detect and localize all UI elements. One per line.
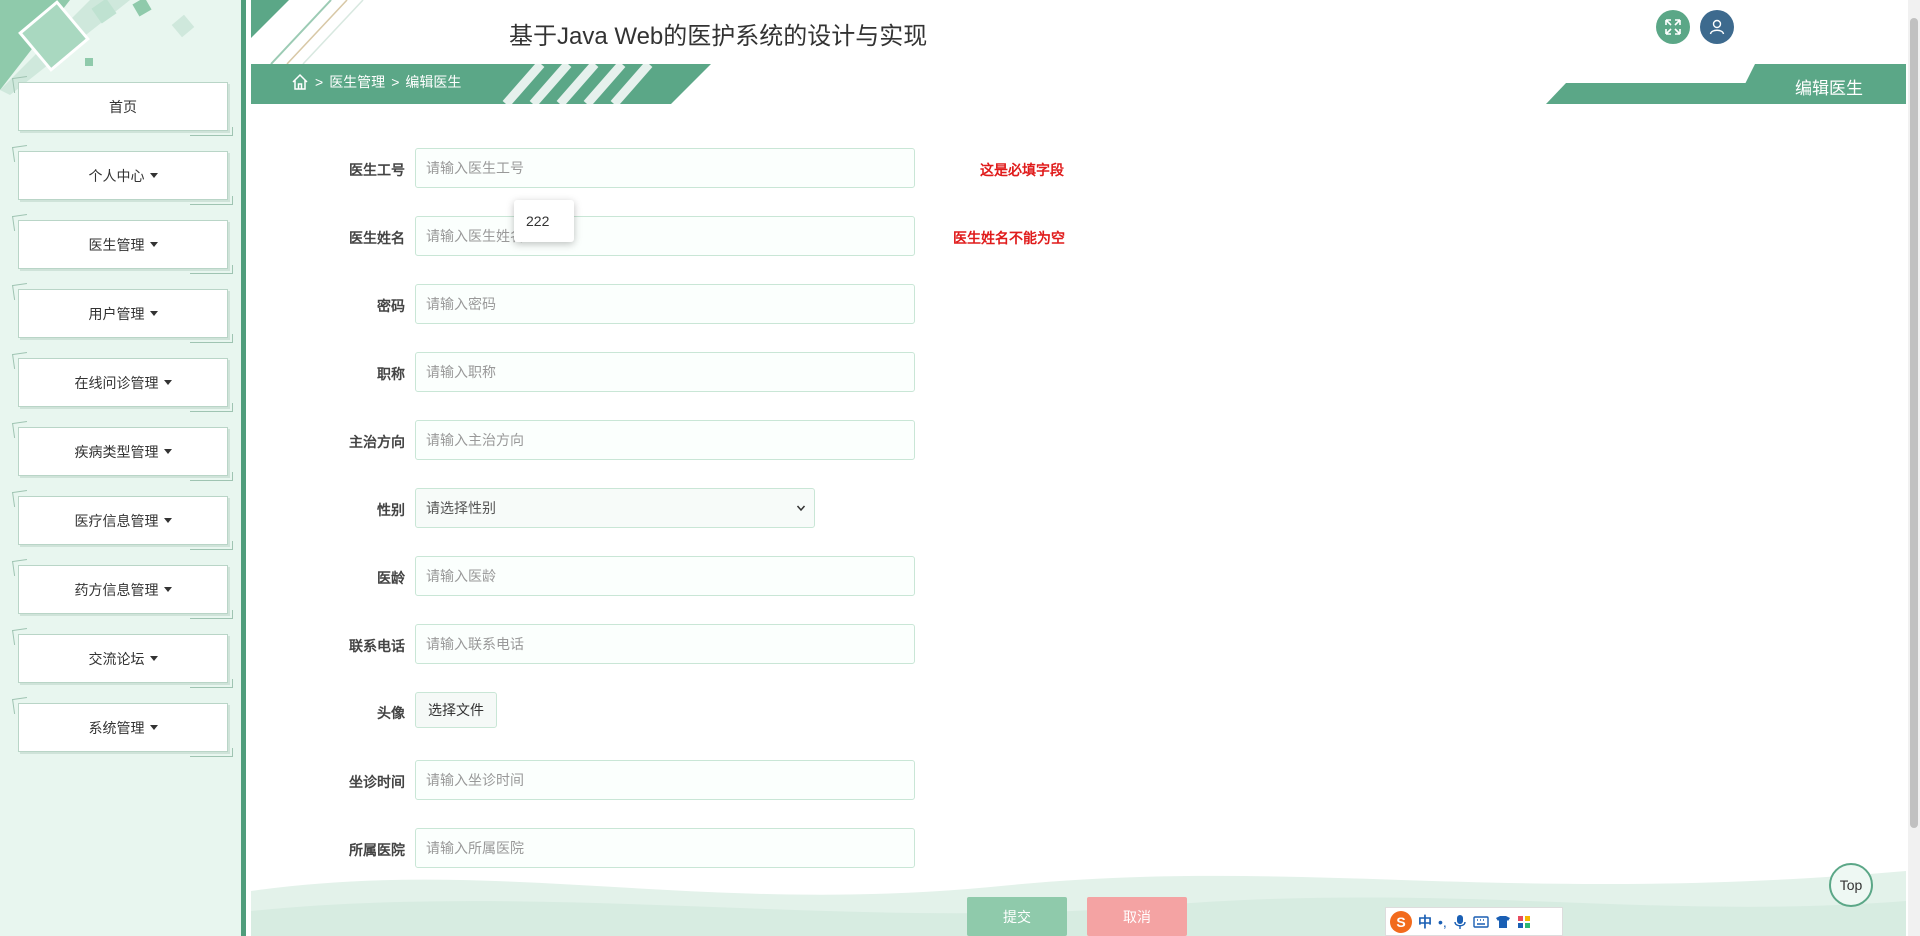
sidebar-item-label: 在线问诊管理 xyxy=(74,374,159,391)
sidebar-item-3[interactable]: 用户管理 xyxy=(18,289,233,343)
back-to-top-button[interactable]: Top xyxy=(1829,863,1873,907)
ime-logo: S xyxy=(1390,910,1412,933)
sidebar-item-8[interactable]: 交流论坛 xyxy=(18,634,233,688)
gender-select[interactable]: 请选择性别 xyxy=(415,488,815,528)
user-menu-button[interactable] xyxy=(1700,10,1734,44)
sidebar-item-4[interactable]: 在线问诊管理 xyxy=(18,358,233,412)
skin-icon[interactable] xyxy=(1495,915,1511,929)
avatar-label: 头像 xyxy=(377,705,405,721)
sidebar-item-5[interactable]: 疾病类型管理 xyxy=(18,427,233,481)
sidebar: 首页个人中心医生管理用户管理在线问诊管理 疾病类型管理 医疗信息管理 药方信息管理 交流… xyxy=(0,0,246,936)
caret-down-icon xyxy=(149,656,158,661)
header-decoration xyxy=(251,0,364,64)
breadcrumb-sep: > xyxy=(391,74,400,90)
choose-file-button[interactable]: 选择文件 xyxy=(415,692,497,728)
ime-mode[interactable]: 中 xyxy=(1418,912,1432,932)
ime-punct[interactable]: •, xyxy=(1438,914,1447,930)
sidebar-item-label: 首页 xyxy=(109,98,137,115)
doctor-name-error: 医生姓名不能为空 xyxy=(953,230,1065,246)
caret-down-icon xyxy=(149,311,158,316)
sidebar-menu: 首页个人中心医生管理用户管理在线问诊管理 疾病类型管理 医疗信息管理 药方信息管理 交流… xyxy=(18,82,233,772)
bottom-wave-decoration xyxy=(251,871,1906,936)
user-icon xyxy=(1709,19,1725,35)
sidebar-item-label: 交流论坛 xyxy=(88,650,145,667)
schedule-label: 坐诊时间 xyxy=(349,774,405,790)
phone-label: 联系电话 xyxy=(349,638,405,654)
breadcrumb-current: 编辑医生 xyxy=(405,74,462,90)
sidebar-item-7[interactable]: 药方信息管理 xyxy=(18,565,233,619)
sidebar-item-9[interactable]: 系统管理 xyxy=(18,703,233,757)
doctor-id-label: 医生工号 xyxy=(349,162,405,178)
breadcrumb-parent[interactable]: 医生管理 xyxy=(329,72,385,92)
page-scrollbar[interactable] xyxy=(1908,0,1920,936)
sidebar-item-label: 个人中心 xyxy=(88,167,145,184)
sidebar-item-1[interactable]: 个人中心 xyxy=(18,151,233,205)
password-label: 密码 xyxy=(377,298,405,314)
apps-icon[interactable] xyxy=(1517,915,1531,929)
years-input[interactable]: 请输入医龄 xyxy=(415,556,915,596)
site-title: 基于Java Web的医护系统的设计与实现 xyxy=(509,23,928,50)
sidebar-item-label: 医疗信息管理 xyxy=(74,512,159,529)
title-label: 职称 xyxy=(377,366,405,382)
page-tab-title: 编辑医生 xyxy=(1795,79,1863,98)
specialty-input[interactable]: 请输入主治方向 xyxy=(415,420,915,460)
password-input[interactable]: 请输入密码 xyxy=(415,284,915,324)
breadcrumb-sep: > xyxy=(315,74,324,90)
cancel-button[interactable]: 取消 xyxy=(1087,897,1187,936)
sidebar-item-label: 药方信息管理 xyxy=(74,581,159,598)
gender-label: 性别 xyxy=(377,502,405,518)
doctor-name-input[interactable]: 请输入医生姓名 xyxy=(415,216,915,256)
doctor-id-error: 这是必填字段 xyxy=(980,162,1064,178)
fullscreen-button[interactable] xyxy=(1656,10,1690,44)
sidebar-item-label: 系统管理 xyxy=(88,719,145,736)
sidebar-item-label: 疾病类型管理 xyxy=(74,443,159,460)
caret-down-icon xyxy=(163,518,172,523)
scrollbar-thumb[interactable] xyxy=(1910,18,1918,828)
sidebar-item-6[interactable]: 医疗信息管理 xyxy=(18,496,233,550)
chevron-down-icon xyxy=(796,505,806,512)
specialty-label: 主治方向 xyxy=(349,434,405,450)
caret-down-icon xyxy=(163,587,172,592)
gender-select-value: 请选择性别 xyxy=(426,500,496,516)
doctor-id-input[interactable]: 请输入医生工号 xyxy=(415,148,915,188)
caret-down-icon xyxy=(149,725,158,730)
caret-down-icon xyxy=(149,242,158,247)
doctor-name-label: 医生姓名 xyxy=(349,230,405,246)
phone-input[interactable]: 请输入联系电话 xyxy=(415,624,915,664)
keyboard-icon[interactable] xyxy=(1473,915,1489,929)
autocomplete-suggestion[interactable]: 222 xyxy=(514,200,574,242)
schedule-input[interactable]: 请输入坐诊时间 xyxy=(415,760,915,800)
years-label: 医龄 xyxy=(377,570,405,586)
expand-icon xyxy=(1665,19,1681,35)
submit-button[interactable]: 提交 xyxy=(967,897,1067,936)
sidebar-item-2[interactable]: 医生管理 xyxy=(18,220,233,274)
caret-down-icon xyxy=(163,380,172,385)
sidebar-item-0[interactable]: 首页 xyxy=(18,82,233,136)
breadcrumb: > 医生管理 > 编辑医生 xyxy=(291,72,461,92)
mic-icon[interactable] xyxy=(1453,914,1467,930)
title-input[interactable]: 请输入职称 xyxy=(415,352,915,392)
sidebar-decoration xyxy=(0,0,195,95)
sidebar-item-label: 用户管理 xyxy=(88,305,145,322)
caret-down-icon xyxy=(163,449,172,454)
ime-toolbar[interactable]: S 中 •, xyxy=(1385,907,1563,936)
home-icon[interactable] xyxy=(291,73,309,91)
caret-down-icon xyxy=(149,173,158,178)
sidebar-item-label: 医生管理 xyxy=(88,236,145,253)
